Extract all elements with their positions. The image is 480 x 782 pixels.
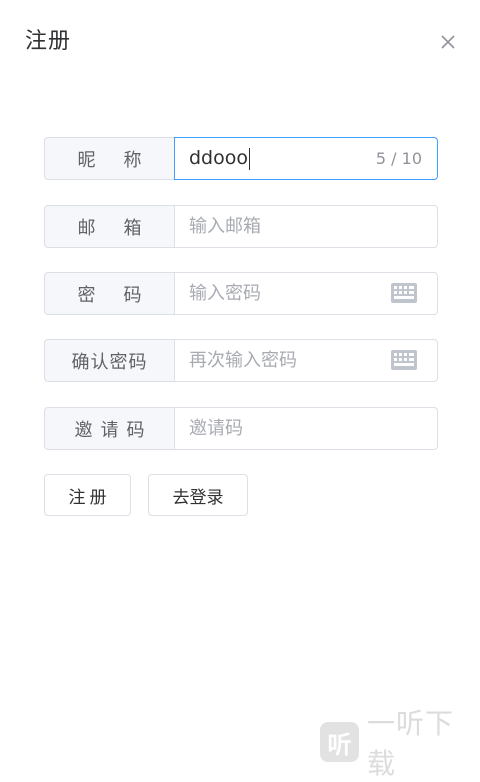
close-button[interactable] — [436, 30, 460, 54]
email-label: 邮箱 — [44, 205, 174, 248]
invite-code-label: 邀请码 — [44, 407, 174, 450]
invite-code-field-wrap — [174, 407, 438, 450]
email-field-wrap — [174, 205, 438, 248]
close-icon — [441, 35, 455, 49]
text-caret — [249, 147, 250, 170]
register-button[interactable]: 注册 — [44, 474, 131, 516]
nickname-input[interactable]: ddooo 5 / 10 — [174, 137, 438, 180]
nickname-char-counter: 5 / 10 — [375, 149, 422, 168]
invite-code-field[interactable] — [175, 408, 437, 449]
keyboard-icon[interactable] — [391, 350, 417, 370]
email-row: 邮箱 — [44, 205, 438, 248]
keyboard-icon[interactable] — [391, 283, 417, 303]
password-field-wrap — [174, 272, 438, 315]
nickname-value: ddooo — [189, 147, 250, 170]
confirm-password-label: 确认密码 — [44, 339, 174, 382]
watermark-logo: 听 — [320, 722, 359, 762]
password-row: 密码 — [44, 272, 438, 315]
watermark-text: 一听下载 — [366, 707, 454, 780]
dialog-title: 注册 — [25, 29, 72, 54]
password-label: 密码 — [44, 272, 174, 315]
invite-code-row: 邀请码 — [44, 407, 438, 450]
nickname-row: 昵称 ddooo 5 / 10 — [44, 137, 438, 180]
confirm-password-field-wrap — [174, 339, 438, 382]
confirm-password-row: 确认密码 — [44, 339, 438, 382]
watermark: 听 一听下载 — [320, 707, 480, 780]
email-field[interactable] — [175, 206, 437, 247]
dialog-header: 注册 — [0, 0, 480, 90]
nickname-label: 昵称 — [44, 137, 174, 180]
go-login-button[interactable]: 去登录 — [148, 474, 248, 516]
